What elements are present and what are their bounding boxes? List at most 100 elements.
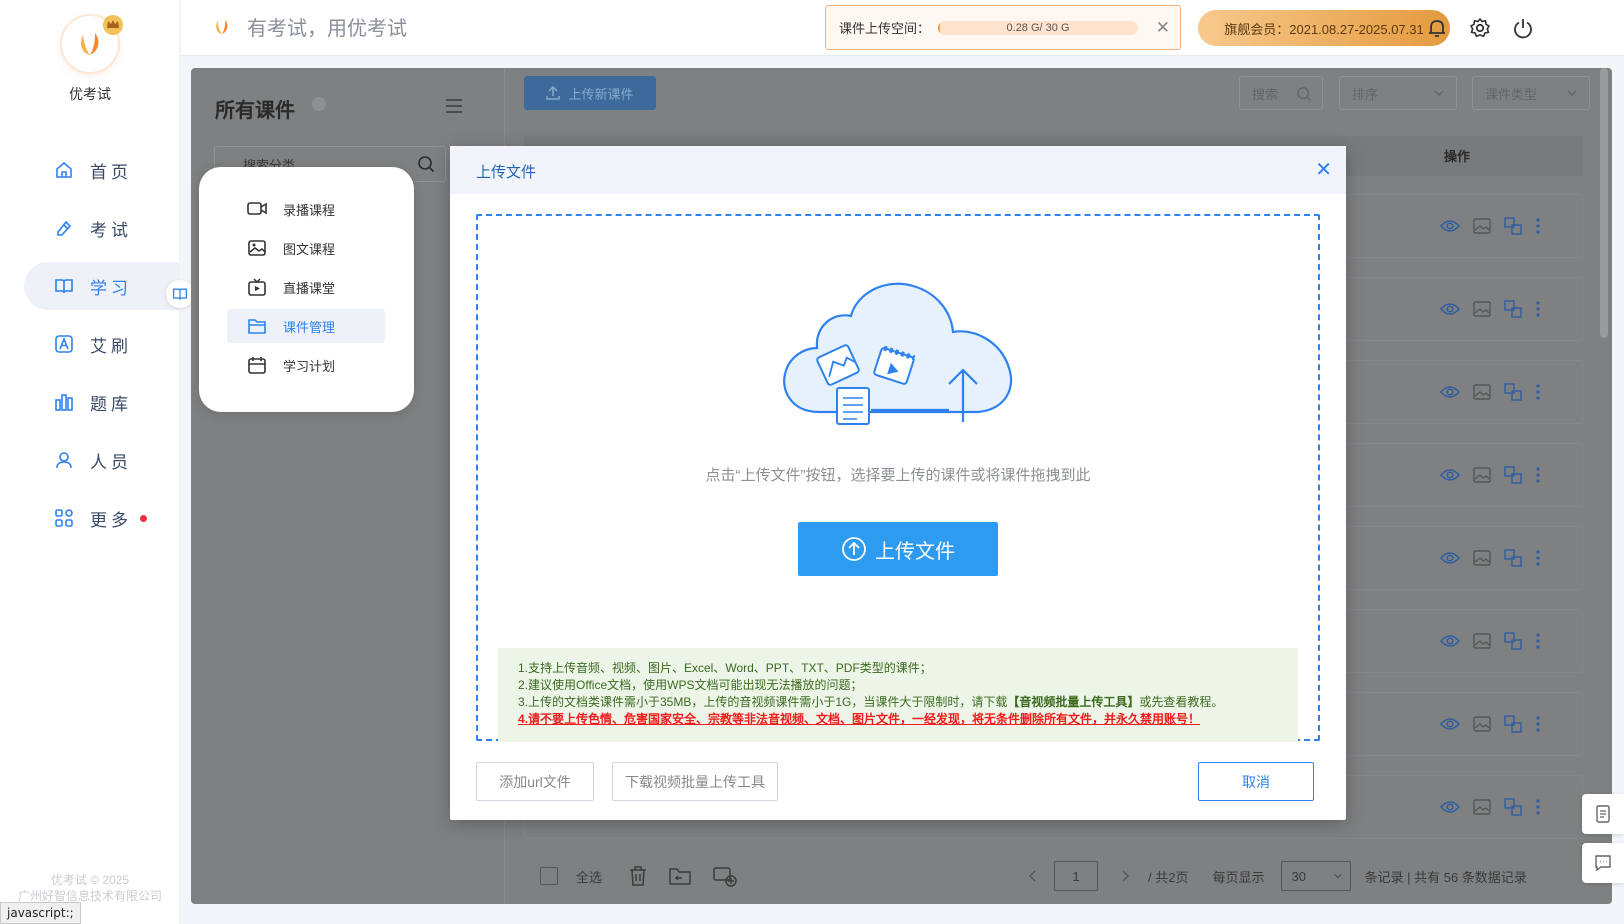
power-icon[interactable] [1512, 17, 1534, 39]
nav-item-people[interactable]: 人员 [24, 436, 180, 484]
type-label: 课件类型 [1485, 86, 1538, 102]
cancel-button[interactable]: 取消 [1198, 762, 1314, 801]
add-to-course-icon[interactable] [712, 865, 738, 887]
eye-icon[interactable] [1440, 218, 1460, 234]
image-icon[interactable] [1473, 384, 1491, 400]
nav-item-home[interactable]: 首页 [24, 146, 180, 194]
search-icon [1297, 87, 1312, 102]
floating-chat-button[interactable] [1582, 843, 1624, 883]
per-page-select[interactable]: 30 [1280, 861, 1351, 891]
trash-icon[interactable] [628, 865, 648, 887]
close-icon[interactable]: ✕ [1156, 18, 1170, 38]
chevron-left-icon[interactable] [1028, 870, 1038, 882]
top-header: 有考试，用优考试 课件上传空间： 0.28 G/ 30 G ✕ 旗舰会员：202… [181, 0, 1624, 56]
file-drop-zone[interactable]: 点击“上传文件”按钮，选择要上传的课件或将课件拖拽到此 上传文件 1.支持上传音… [476, 214, 1320, 742]
more-vertical-icon[interactable] [1535, 466, 1541, 484]
download-batch-tool-button[interactable]: 下载视频批量上传工具 [612, 762, 778, 801]
upload-new-courseware-button[interactable]: 上传新课件 [524, 76, 656, 110]
close-icon[interactable]: ✕ [1315, 157, 1332, 182]
chevron-down-icon [1434, 90, 1444, 97]
per-page-label: 每页显示 [1212, 869, 1265, 885]
more-vertical-icon[interactable] [1535, 715, 1541, 733]
nav-item-exam[interactable]: 考试 [24, 204, 180, 252]
image-icon[interactable] [1473, 467, 1491, 483]
submenu-item-study-plan[interactable]: 学习计划 [227, 348, 385, 382]
nav-label: 学习 [90, 278, 132, 298]
eye-icon[interactable] [1440, 384, 1460, 400]
sort-select[interactable]: 排序 [1339, 76, 1457, 110]
submenu-item-live-class[interactable]: 直播课堂 [227, 270, 385, 304]
copy-icon[interactable] [1504, 466, 1522, 484]
submenu-label: 直播课堂 [283, 280, 336, 296]
image-icon[interactable] [1473, 301, 1491, 317]
nav-label: 更多 [90, 510, 132, 530]
move-folder-icon[interactable] [668, 866, 692, 886]
sort-label: 排序 [1352, 86, 1379, 102]
more-vertical-icon[interactable] [1535, 632, 1541, 650]
nav-label: 题库 [90, 394, 132, 414]
nav-item-more[interactable]: 更多 [24, 494, 180, 542]
gear-icon[interactable] [1469, 17, 1491, 39]
image-icon[interactable] [1473, 633, 1491, 649]
slogan-text: 有考试，用优考试 [247, 18, 407, 40]
help-icon[interactable] [312, 97, 326, 111]
copy-icon[interactable] [1504, 300, 1522, 318]
quota-progress-bar: 0.28 G/ 30 G [938, 20, 1139, 35]
floating-doc-button[interactable] [1582, 794, 1624, 834]
tutorial-link[interactable]: 或先查看教程。 [1139, 695, 1223, 709]
more-vertical-icon[interactable] [1535, 383, 1541, 401]
chevron-right-icon[interactable] [1120, 870, 1130, 882]
nav-item-study[interactable]: 学习 [24, 262, 180, 310]
more-vertical-icon[interactable] [1535, 300, 1541, 318]
image-icon[interactable] [1473, 218, 1491, 234]
eye-icon[interactable] [1440, 467, 1460, 483]
chevron-down-icon [1567, 90, 1577, 97]
home-icon [56, 161, 72, 178]
copy-icon[interactable] [1504, 383, 1522, 401]
eye-icon[interactable] [1440, 301, 1460, 317]
scrollbar[interactable] [1600, 68, 1608, 338]
upload-file-button[interactable]: 上传文件 [798, 522, 998, 576]
courseware-type-select[interactable]: 课件类型 [1472, 76, 1590, 110]
copy-icon[interactable] [1504, 715, 1522, 733]
more-vertical-icon[interactable] [1535, 549, 1541, 567]
row-actions [1440, 217, 1541, 235]
more-vertical-icon[interactable] [1535, 217, 1541, 235]
more-vertical-icon[interactable] [1535, 798, 1541, 816]
image-icon[interactable] [1473, 550, 1491, 566]
sidebar-collapse-button[interactable] [166, 280, 194, 308]
chat-icon [1595, 855, 1611, 872]
upload-notes: 1.支持上传音频、视频、图片、Excel、Word、PPT、TXT、PDF类型的… [498, 648, 1298, 742]
copy-icon[interactable] [1504, 632, 1522, 650]
copy-icon[interactable] [1504, 217, 1522, 235]
add-url-file-button[interactable]: 添加url文件 [476, 762, 594, 801]
copy-icon[interactable] [1504, 798, 1522, 816]
dialog-title: 上传文件 [476, 164, 537, 181]
select-all-checkbox[interactable] [540, 867, 558, 885]
eye-icon[interactable] [1440, 799, 1460, 815]
page-number-input[interactable]: 1 [1054, 861, 1099, 891]
image-icon[interactable] [1473, 799, 1491, 815]
eye-icon[interactable] [1440, 550, 1460, 566]
bell-icon[interactable] [1426, 17, 1448, 39]
eye-icon[interactable] [1440, 716, 1460, 732]
submenu-item-courseware-management[interactable]: 课件管理 [227, 309, 385, 343]
row-actions [1440, 715, 1541, 733]
image-icon[interactable] [1473, 716, 1491, 732]
submenu-item-recorded-course[interactable]: 录播课程 [227, 192, 385, 226]
app-logo[interactable] [62, 15, 123, 72]
nav-item-question-bank[interactable]: 题库 [24, 378, 180, 426]
nav-item-ai-brush[interactable]: 艾刷 [24, 320, 180, 368]
row-actions [1440, 383, 1541, 401]
upload-tool-link[interactable]: 【音视频批量上传工具】 [1007, 695, 1139, 709]
header-slogan: 有考试，用优考试 [211, 12, 407, 41]
per-page-value: 30 [1291, 868, 1306, 884]
eye-icon[interactable] [1440, 633, 1460, 649]
exam-icon [57, 220, 72, 236]
menu-icon[interactable] [445, 98, 463, 114]
submenu-item-image-text-course[interactable]: 图文课程 [227, 231, 385, 265]
note-line: 3.上传的文档类课件需小于35MB，上传的音视频课件需小于1G，当课件大于限制时… [518, 694, 1278, 711]
copy-icon[interactable] [1504, 549, 1522, 567]
search-box[interactable]: 搜索 [1239, 76, 1323, 110]
membership-badge[interactable]: 旗舰会员：2021.08.27-2025.07.31 [1198, 10, 1450, 46]
